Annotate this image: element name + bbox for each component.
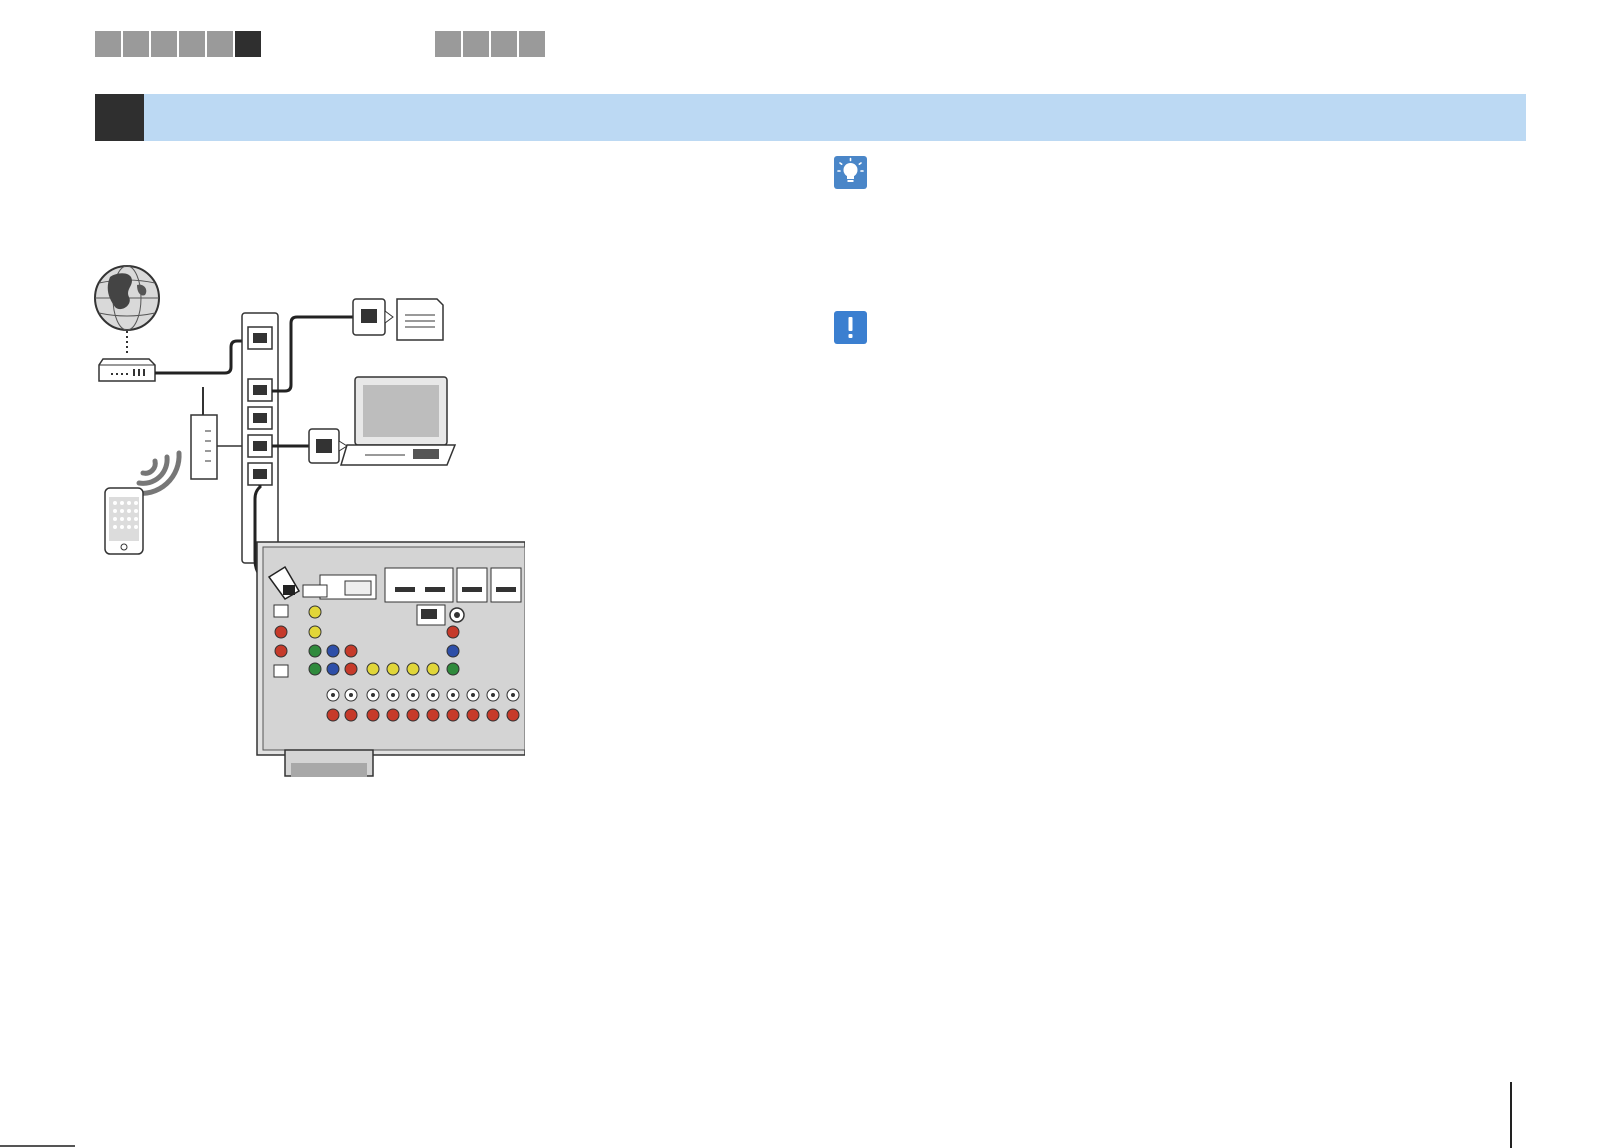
network-storage-icon [352,298,444,341]
chapter-nav-tab[interactable] [151,31,177,57]
laptop-icon [308,376,457,466]
modem-icon [98,358,156,382]
chapter-nav-tab[interactable] [95,31,121,57]
chapter-nav [95,31,261,57]
wireless-router-icon [190,387,218,480]
av-receiver-rear-panel-icon [256,541,525,777]
network-switch-icon [241,312,279,564]
wifi-signal-icon [132,450,182,496]
smartphone-icon [104,487,144,555]
lightbulb-icon [834,156,867,189]
appendix-nav-tab[interactable] [435,31,461,57]
chapter-nav-tab[interactable] [207,31,233,57]
footer-rule [0,1145,75,1147]
exclamation-icon [834,311,867,344]
chapter-nav-tab[interactable] [123,31,149,57]
appendix-nav-tab[interactable] [491,31,517,57]
appendix-nav [435,31,545,57]
network-diagram [94,265,525,777]
section-number-block [95,94,144,141]
appendix-nav-tab[interactable] [519,31,545,57]
chapter-nav-tab-active[interactable] [235,31,261,57]
section-header-bar [95,94,1526,141]
globe-icon [94,265,160,331]
appendix-nav-tab[interactable] [463,31,489,57]
page-number-divider [1510,1082,1512,1148]
chapter-nav-tab[interactable] [179,31,205,57]
